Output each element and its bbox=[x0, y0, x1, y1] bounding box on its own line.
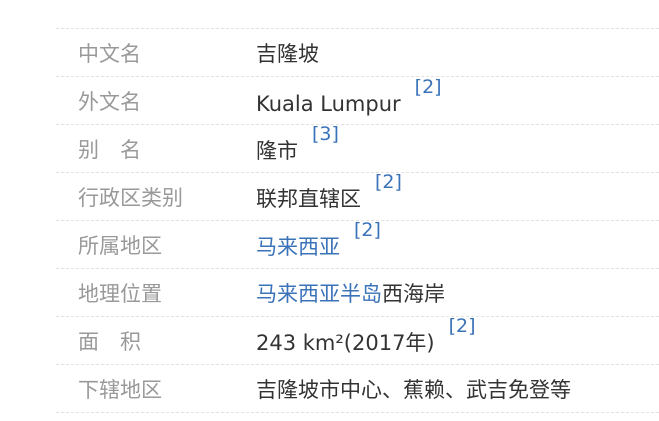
row-value: 243 km²(2017年) [2] bbox=[256, 315, 476, 357]
value-text: 西海岸 bbox=[382, 281, 445, 306]
value-text: Kuala Lumpur bbox=[256, 91, 401, 116]
reference-link[interactable]: [2] bbox=[415, 76, 442, 98]
row-value: 隆市 [3] bbox=[256, 123, 339, 165]
row-value: 马来西亚 [2] bbox=[256, 219, 381, 261]
row-value: Kuala Lumpur [2] bbox=[256, 76, 442, 116]
row-value: 联邦直辖区 [2] bbox=[256, 171, 402, 213]
row-label: 地理位置 bbox=[78, 281, 162, 306]
row-label: 中文名 bbox=[78, 41, 141, 66]
row-label: 行政区类别 bbox=[78, 185, 183, 210]
row-label: 下辖地区 bbox=[78, 377, 162, 402]
row-value: 马来西亚半岛西海岸 bbox=[256, 278, 445, 308]
row-value: 吉隆坡市中心、蕉赖、武吉免登等 bbox=[256, 374, 571, 404]
info-row-admin-type: 行政区类别 联邦直辖区 [2] bbox=[56, 171, 659, 221]
info-row-region: 所属地区 马来西亚 [2] bbox=[56, 219, 659, 269]
info-row-foreign-name: 外文名 Kuala Lumpur [2] bbox=[56, 76, 659, 125]
value-text: 隆市 bbox=[256, 138, 298, 163]
reference-link[interactable]: [2] bbox=[354, 219, 381, 241]
value-text: 吉隆坡市中心、蕉赖、武吉免登等 bbox=[256, 377, 571, 402]
value-text: 吉隆坡 bbox=[256, 41, 319, 66]
basic-info-table: 中文名 吉隆坡 外文名 Kuala Lumpur [2] 别 名 隆市 [3] 行政… bbox=[56, 28, 659, 413]
reference-link[interactable]: [2] bbox=[375, 171, 402, 193]
region-link[interactable]: 马来西亚 bbox=[256, 235, 340, 259]
row-label: 别 名 bbox=[78, 137, 141, 162]
row-label: 外文名 bbox=[78, 89, 141, 114]
row-label: 所属地区 bbox=[78, 233, 162, 258]
value-text: 243 km²(2017年) bbox=[256, 330, 435, 355]
info-row-area: 面 积 243 km²(2017年) [2] bbox=[56, 315, 659, 365]
row-label: 面 积 bbox=[78, 329, 141, 354]
reference-link[interactable]: [2] bbox=[449, 315, 476, 337]
reference-link[interactable]: [3] bbox=[312, 123, 339, 145]
peninsula-link[interactable]: 马来西亚半岛 bbox=[256, 282, 382, 306]
row-value: 吉隆坡 bbox=[256, 38, 319, 68]
info-row-location: 地理位置 马来西亚半岛西海岸 bbox=[56, 269, 659, 317]
info-row-alias: 别 名 隆市 [3] bbox=[56, 123, 659, 173]
value-text: 联邦直辖区 bbox=[256, 186, 361, 211]
info-row-districts: 下辖地区 吉隆坡市中心、蕉赖、武吉免登等 bbox=[56, 365, 659, 413]
info-row-chinese-name: 中文名 吉隆坡 bbox=[56, 29, 659, 77]
